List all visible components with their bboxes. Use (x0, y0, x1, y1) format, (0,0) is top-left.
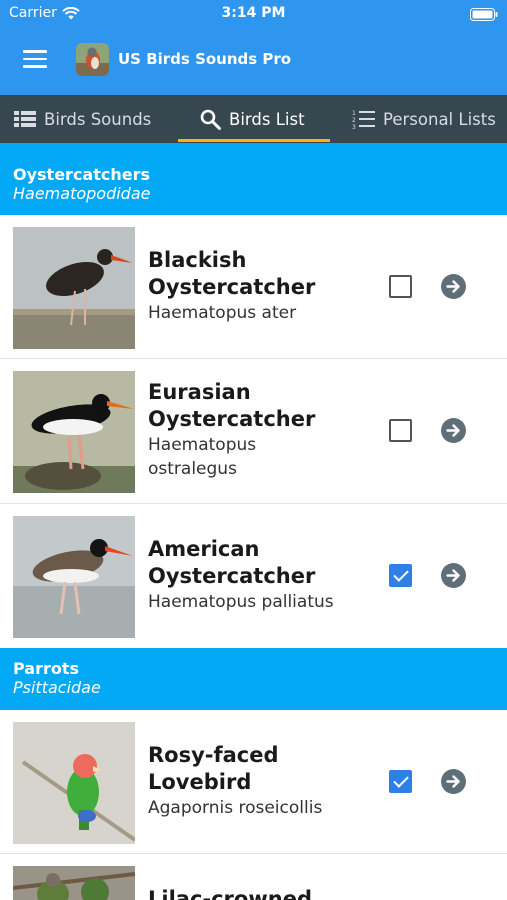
bird-names: Lilac-crowned (148, 886, 378, 900)
bird-common-name: Lovebird (148, 770, 252, 794)
bird-row[interactable]: Blackish Oystercatcher Haematopus ater (0, 215, 507, 359)
active-tab-indicator (178, 139, 330, 142)
search-icon (200, 109, 221, 130)
bird-row[interactable]: Eurasian Oystercatcher Haematopus ostral… (0, 359, 507, 504)
bird-common-name: Blackish (148, 248, 247, 272)
tab-birds-sounds[interactable]: Birds Sounds (14, 95, 151, 143)
bird-common-name: Oystercatcher (148, 407, 316, 431)
arrow-right-icon[interactable] (441, 274, 466, 299)
bird-thumbnail (13, 227, 135, 349)
favorite-checkbox[interactable] (389, 419, 412, 442)
family-name: Parrots (13, 659, 80, 678)
family-scientific-name: Haematopodidae (13, 184, 151, 203)
arrow-right-icon[interactable] (441, 769, 466, 794)
numbered-list-icon: 123 (352, 109, 375, 129)
bird-names: American Oystercatcher Haematopus pallia… (148, 536, 388, 614)
battery-icon (470, 6, 498, 25)
bird-common-name: Rosy-faced (148, 743, 279, 767)
section-header: Oystercatchers Haematopodidae (0, 143, 507, 215)
list-icon (14, 110, 36, 128)
tab-label: Birds List (229, 109, 305, 129)
tab-birds-list[interactable]: Birds List (200, 95, 305, 143)
app-title: US Birds Sounds Pro (118, 50, 292, 68)
tab-bar: Birds Sounds Birds List 123 Personal Lis… (0, 95, 507, 143)
bird-common-name: Oystercatcher (148, 564, 316, 588)
bird-latin-name: Agapornis roseicollis (148, 798, 323, 818)
favorite-checkbox[interactable] (389, 564, 412, 587)
tab-label: Birds Sounds (44, 109, 152, 129)
tab-personal-lists[interactable]: 123 Personal Lists (352, 95, 496, 143)
hamburger-menu-icon[interactable] (23, 50, 47, 70)
bird-latin-name: ostralegus (148, 459, 237, 479)
bird-latin-name: Haematopus palliatus (148, 592, 334, 612)
bird-thumbnail (13, 516, 135, 638)
favorite-checkbox[interactable] (389, 770, 412, 793)
bird-names: Rosy-faced Lovebird Agapornis roseicolli… (148, 742, 378, 820)
bird-latin-name: Haematopus ater (148, 303, 297, 323)
bird-thumbnail (13, 866, 135, 900)
bird-thumbnail (13, 722, 135, 844)
bird-common-name: American (148, 537, 260, 561)
favorite-checkbox[interactable] (389, 275, 412, 298)
bird-row[interactable]: American Oystercatcher Haematopus pallia… (0, 504, 507, 648)
bird-names: Eurasian Oystercatcher Haematopus ostral… (148, 379, 378, 481)
bird-common-name: Lilac-crowned (148, 887, 312, 900)
bird-names: Blackish Oystercatcher Haematopus ater (148, 247, 378, 325)
bird-thumbnail (13, 371, 135, 493)
bird-row[interactable]: Lilac-crowned (0, 854, 507, 900)
section-header: Parrots Psittacidae (0, 648, 507, 710)
family-name: Oystercatchers (13, 165, 151, 184)
app-header: Carrier 3:14 PM US Birds Sounds Pro (0, 0, 507, 95)
svg-text:3: 3 (352, 124, 356, 129)
bird-common-name: Eurasian (148, 380, 251, 404)
status-bar: Carrier 3:14 PM (0, 0, 507, 28)
bird-common-name: Oystercatcher (148, 275, 316, 299)
clock: 3:14 PM (221, 5, 286, 21)
arrow-right-icon[interactable] (441, 418, 466, 443)
family-scientific-name: Psittacidae (13, 678, 101, 697)
bird-latin-name: Haematopus (148, 435, 257, 455)
arrow-right-icon[interactable] (441, 563, 466, 588)
svg-text:2: 2 (352, 117, 356, 124)
svg-text:1: 1 (352, 110, 356, 117)
app-logo (76, 43, 109, 76)
bird-row[interactable]: Rosy-faced Lovebird Agapornis roseicolli… (0, 710, 507, 854)
tab-label: Personal Lists (383, 109, 496, 129)
